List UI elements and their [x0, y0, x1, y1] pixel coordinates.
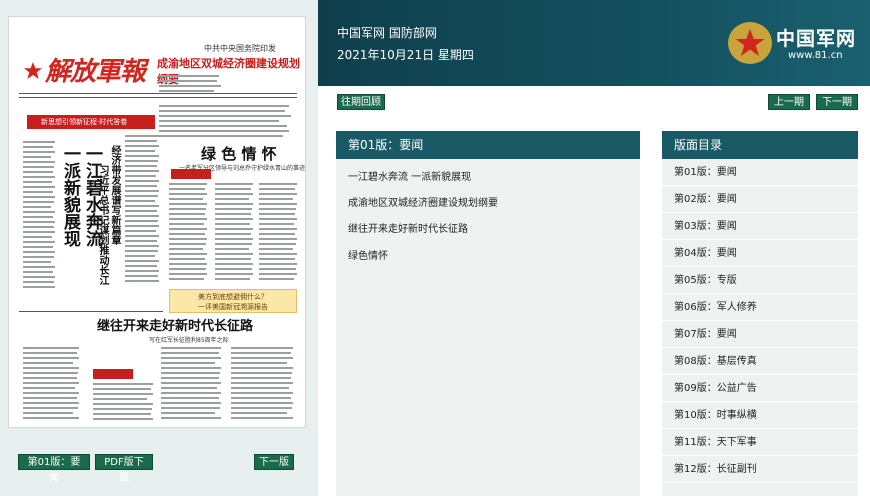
newspaper-panel: 解放軍報 中共中央国务院印发 成渝地区双城经济圈建设规划纲要 新思想引领新征程·…	[0, 0, 318, 496]
section-tag	[171, 169, 211, 179]
text-column	[125, 135, 161, 285]
next-issue-button[interactable]: 下一期	[816, 94, 858, 110]
text-column	[23, 141, 57, 291]
text-column	[215, 183, 255, 283]
promo-box[interactable]: 美方到底想避佣什么？ 一评美国新冠溯源报告	[169, 289, 297, 313]
toc-item[interactable]: 第01版：要闻	[662, 159, 858, 186]
edition-toc-panel: 版面目录 第01版：要闻 第02版：要闻 第03版：要闻 第04版：要闻 第05…	[662, 131, 858, 496]
lead-subheadline-2: 习近平总书记谋划推动长江	[97, 165, 108, 285]
article-link[interactable]: 继往开来走好新时代长征路	[348, 220, 468, 235]
logo-text: 中国军网	[776, 28, 857, 50]
toc-item[interactable]: 第08版：基层传真	[662, 348, 858, 375]
text-column	[231, 347, 297, 422]
divider	[19, 311, 163, 312]
text-column	[23, 347, 83, 422]
section-banner: 新思想引领新征程·时代答卷	[27, 115, 155, 129]
text-column	[159, 105, 297, 140]
star-icon	[24, 62, 42, 79]
section-tag	[93, 369, 133, 379]
site-logo[interactable]: 中国军网 www.81.cn	[728, 20, 860, 68]
toc-item[interactable]: 第12版：长征副刊	[662, 456, 858, 483]
feature-headline: 绿 色 情 怀	[201, 145, 277, 163]
bottom-subheadline: 写在红军长征胜利85周年之际	[149, 337, 229, 344]
toc-item[interactable]: 第10版：时事纵横	[662, 402, 858, 429]
masthead-title: 解放軍報	[45, 57, 146, 87]
text-column	[159, 75, 297, 95]
article-link[interactable]: 绿色情怀	[348, 247, 388, 262]
site-name[interactable]: 中国军网 国防部网	[337, 24, 437, 41]
current-edition-button[interactable]: 第01版：要闻	[18, 454, 90, 484]
text-column	[161, 347, 225, 422]
logo-url: www.81.cn	[788, 50, 843, 61]
lead-subheadline-1: 经济带发展谱写新篇章	[109, 145, 120, 245]
toc-item[interactable]: 第06版：军人修养	[662, 294, 858, 321]
article-link[interactable]: 一江碧水奔流 一派新貌展现	[348, 168, 471, 183]
toc-item[interactable]: 第11版：天下军事	[662, 429, 858, 456]
article-list-header: 第01版：要闻	[336, 131, 640, 159]
prev-issue-button[interactable]: 上一期	[768, 94, 810, 110]
article-list-panel: 第01版：要闻 一江碧水奔流 一派新貌展现 成渝地区双城经济圈建设规划纲要 继往…	[336, 131, 640, 496]
toc-item[interactable]: 第04版：要闻	[662, 240, 858, 267]
toc-header: 版面目录	[662, 131, 858, 159]
text-column	[259, 183, 299, 283]
toc-item[interactable]: 第09版：公益广告	[662, 375, 858, 402]
promo-subtitle: 一评美国新冠溯源报告	[198, 303, 268, 311]
toc-item[interactable]: 第03版：要闻	[662, 213, 858, 240]
newspaper-page-image[interactable]: 解放軍報 中共中央国务院印发 成渝地区双城经济圈建设规划纲要 新思想引领新征程·…	[8, 16, 306, 428]
article-link[interactable]: 成渝地区双城经济圈建设规划纲要	[348, 194, 498, 209]
toc-item[interactable]: 第02版：要闻	[662, 186, 858, 213]
promo-title: 美方到底想避佣什么？	[198, 293, 268, 301]
headline-kicker: 中共中央国务院印发	[204, 44, 276, 53]
text-column	[93, 383, 157, 423]
lead-headline-2: 一派新貌展现	[60, 145, 80, 247]
bottom-headline: 继往开来走好新时代长征路	[97, 319, 254, 334]
issue-date: 2021年10月21日 星期四	[337, 48, 474, 62]
divider	[19, 97, 297, 98]
logo-emblem-icon	[728, 22, 772, 64]
archive-button[interactable]: 往期回顾	[337, 94, 385, 110]
next-page-button[interactable]: 下一版	[254, 454, 294, 470]
toc-item[interactable]: 第05版：专版	[662, 267, 858, 294]
toc-item[interactable]: 第07版：要闻	[662, 321, 858, 348]
pdf-download-button[interactable]: PDF版下载	[95, 454, 153, 484]
